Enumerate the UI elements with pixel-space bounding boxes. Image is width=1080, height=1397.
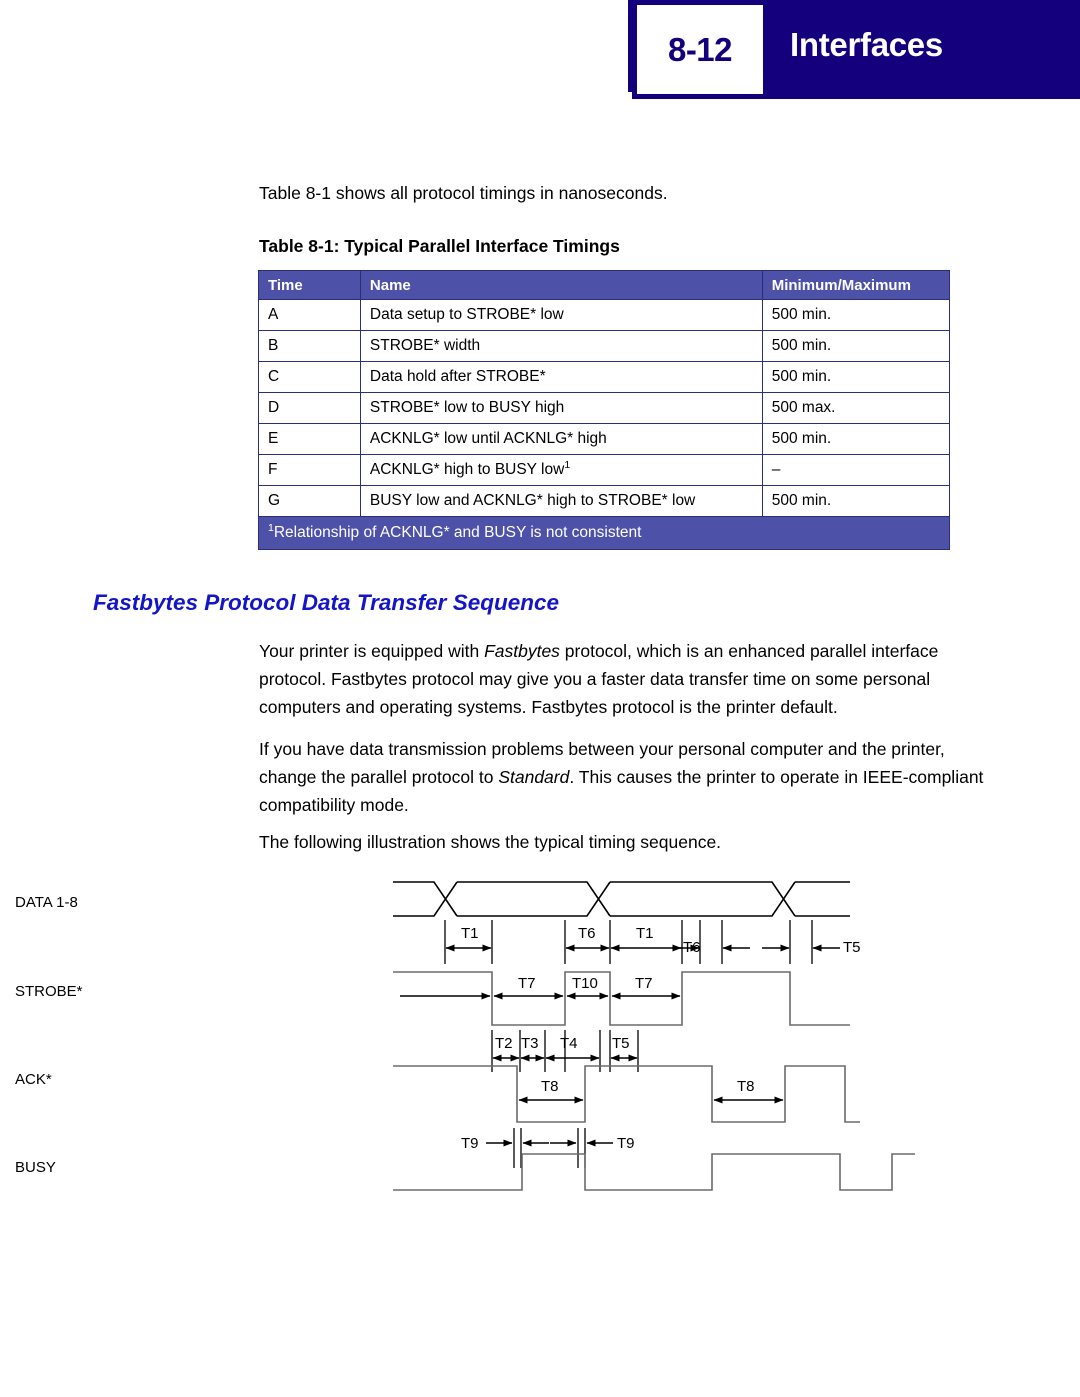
interval-label-t4: T4	[560, 1035, 578, 1052]
cell-name-footnote-marker: 1	[564, 458, 571, 471]
cell-minmax: 500 min.	[761, 485, 951, 517]
ack-sub-ticks	[513, 1128, 586, 1168]
column-header-time: Time	[258, 270, 361, 300]
interval-label-t6-b: T6	[683, 939, 701, 956]
signal-label-data: DATA 1-8	[15, 894, 78, 911]
table-row: E ACKNLG* low until ACKNLG* high 500 min.	[258, 423, 951, 455]
paragraph2-emphasis: Standard	[498, 767, 570, 787]
cell-minmax: 500 min.	[761, 299, 951, 331]
interval-label-t5-a: T5	[843, 939, 861, 956]
cell-minmax: 500 max.	[761, 392, 951, 424]
table-row: F ACKNLG* high to BUSY low1–	[258, 454, 951, 486]
intro-text: Table 8-1 shows all protocol timings in …	[259, 183, 668, 203]
table-row: G BUSY low and ACKNLG* high to STROBE* lo…	[258, 485, 951, 517]
cell-time: E	[258, 423, 361, 455]
column-header-minmax: Minimum/Maximum	[761, 270, 951, 300]
cell-name: Data setup to STROBE* low	[359, 299, 763, 331]
interval-label-t8-a: T8	[541, 1078, 559, 1095]
paragraph1-emphasis: Fastbytes	[484, 641, 560, 661]
interval-label-t5-b: T5	[612, 1035, 630, 1052]
footnote-text: Relationship of ACKNLG* and BUSY is not …	[273, 524, 642, 541]
cell-time: A	[258, 299, 361, 331]
interval-label-t9-b: T9	[617, 1135, 635, 1152]
cell-time: B	[258, 330, 361, 362]
page-title: Interfaces	[790, 26, 943, 63]
paragraph-standard-protocol: If you have data transmission problems b…	[259, 735, 994, 819]
interval-label-t3: T3	[521, 1035, 539, 1052]
busy-waveform	[393, 1153, 915, 1191]
paragraph1-part-a: Your printer is equipped with	[259, 641, 485, 661]
cell-minmax: –	[761, 454, 951, 486]
table-footnote-cell: 1Relationship of ACKNLG* and BUSY is not…	[258, 516, 950, 550]
table-caption: Table 8-1: Typical Parallel Interface Ti…	[259, 236, 620, 256]
paragraph-illustration-intro: The following illustration shows the typ…	[259, 832, 722, 852]
interval-label-t10: T10	[572, 975, 598, 992]
cell-minmax: 500 min.	[761, 423, 951, 455]
cell-name: Data hold after STROBE*	[359, 361, 763, 393]
signal-label-strobe: STROBE*	[15, 983, 83, 1000]
section-heading: Fastbytes Protocol Data Transfer Sequenc…	[93, 590, 559, 615]
column-header-name: Name	[359, 270, 763, 300]
interval-label-t6-a: T6	[578, 925, 596, 942]
interval-label-t1-b: T1	[636, 925, 654, 942]
header-underline-rule	[766, 92, 1080, 99]
interval-label-t8-b: T8	[737, 1078, 755, 1095]
table-row: D STROBE* low to BUSY high 500 max.	[258, 392, 951, 424]
page-number: 8-12	[667, 30, 733, 68]
cell-time: F	[258, 454, 361, 486]
cell-name: ACKNLG* low until ACKNLG* high	[359, 423, 763, 455]
interval-label-t7-b: T7	[635, 975, 653, 992]
cell-time: G	[258, 485, 361, 517]
cell-name: BUSY low and ACKNLG* high to STROBE* low	[359, 485, 763, 517]
interval-label-t7-a: T7	[518, 975, 536, 992]
signal-label-ack: ACK*	[15, 1071, 52, 1088]
cell-time: D	[258, 392, 361, 424]
data-row-ticks	[444, 920, 813, 964]
table-row: C Data hold after STROBE* 500 min.	[258, 361, 951, 393]
cell-minmax: 500 min.	[761, 361, 951, 393]
table-row: A Data setup to STROBE* low 500 min.	[258, 299, 951, 331]
cell-name: ACKNLG* high to BUSY low1	[359, 454, 763, 486]
ack-waveform	[393, 1065, 860, 1123]
page-number-box: 8-12	[632, 0, 768, 99]
table-header-row: Time Name Minimum/Maximum	[258, 270, 951, 300]
table-row: B STROBE* width 500 min.	[258, 330, 951, 362]
interval-label-t9-a: T9	[461, 1135, 479, 1152]
page-header: 8-12 Interfaces	[0, 0, 1080, 99]
table-footnote-row: 1Relationship of ACKNLG* and BUSY is not…	[258, 516, 950, 550]
cell-time: C	[258, 361, 361, 393]
typical-parallel-interface-timings-table: Time Name Minimum/Maximum A Data setup to…	[258, 270, 951, 550]
timing-diagram: DATA 1-8 T1 T6 T1 T6 T5 STROBE* T7 T10 T…	[0, 860, 1080, 1220]
cell-name: STROBE* width	[359, 330, 763, 362]
cell-minmax: 500 min.	[761, 330, 951, 362]
strobe-waveform	[393, 971, 850, 1026]
signal-label-busy: BUSY	[15, 1159, 56, 1176]
interval-label-t1-a: T1	[461, 925, 479, 942]
interval-label-t2: T2	[495, 1035, 513, 1052]
data-waveform	[393, 881, 850, 917]
cell-name: STROBE* low to BUSY high	[359, 392, 763, 424]
paragraph-fastbytes-intro: Your printer is equipped with Fastbytes …	[259, 637, 994, 721]
